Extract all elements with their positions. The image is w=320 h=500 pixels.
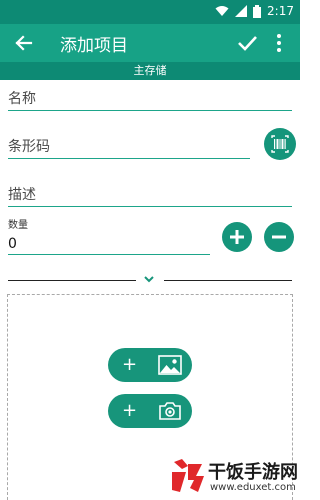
status-icons: 2:17 [215, 4, 294, 18]
chevron-down-icon[interactable] [143, 273, 155, 285]
image-icon [158, 355, 182, 375]
divider-left [8, 280, 136, 281]
watermark-url: www.eduxet.com [210, 482, 296, 493]
quantity-input[interactable]: 0 [8, 236, 17, 252]
signal-icon [235, 5, 248, 17]
status-bar: 2:17 [0, 0, 300, 24]
watermark-text: 干饭手游网 [208, 462, 298, 483]
description-field-underline [8, 206, 292, 207]
add-photo-plus: + [122, 400, 138, 421]
add-image-button[interactable]: + [108, 348, 192, 382]
plus-icon [230, 230, 244, 244]
status-time: 2:17 [267, 4, 294, 18]
page-title: 添加项目 [60, 36, 128, 56]
wifi-icon [215, 6, 229, 16]
barcode-field[interactable]: 条形码 [8, 136, 50, 156]
watermark: 干饭手游网 www.eduxet.com [168, 456, 300, 500]
battery-icon [253, 4, 262, 18]
minus-icon [272, 235, 286, 239]
check-icon[interactable] [236, 32, 258, 54]
add-photo-button[interactable]: + [108, 394, 192, 428]
storage-label[interactable]: 主存储 [0, 62, 300, 80]
barcode-scan-icon [271, 135, 289, 153]
camera-icon [159, 402, 181, 420]
barcode-scan-button[interactable] [264, 128, 296, 160]
watermark-logo-icon [172, 459, 204, 492]
name-field-underline [8, 110, 292, 111]
quantity-underline [8, 254, 210, 255]
barcode-field-underline [8, 158, 250, 159]
app-bar: 添加项目 [0, 24, 300, 62]
quantity-label: 数量 [8, 220, 28, 231]
name-field[interactable]: 名称 [8, 88, 36, 108]
more-vert-icon[interactable] [272, 32, 286, 54]
arrow-left-icon[interactable] [12, 32, 34, 54]
increment-button[interactable] [222, 222, 252, 252]
decrement-button[interactable] [264, 222, 294, 252]
description-field[interactable]: 描述 [8, 184, 36, 204]
add-image-plus: + [122, 354, 138, 375]
divider-right [164, 280, 292, 281]
